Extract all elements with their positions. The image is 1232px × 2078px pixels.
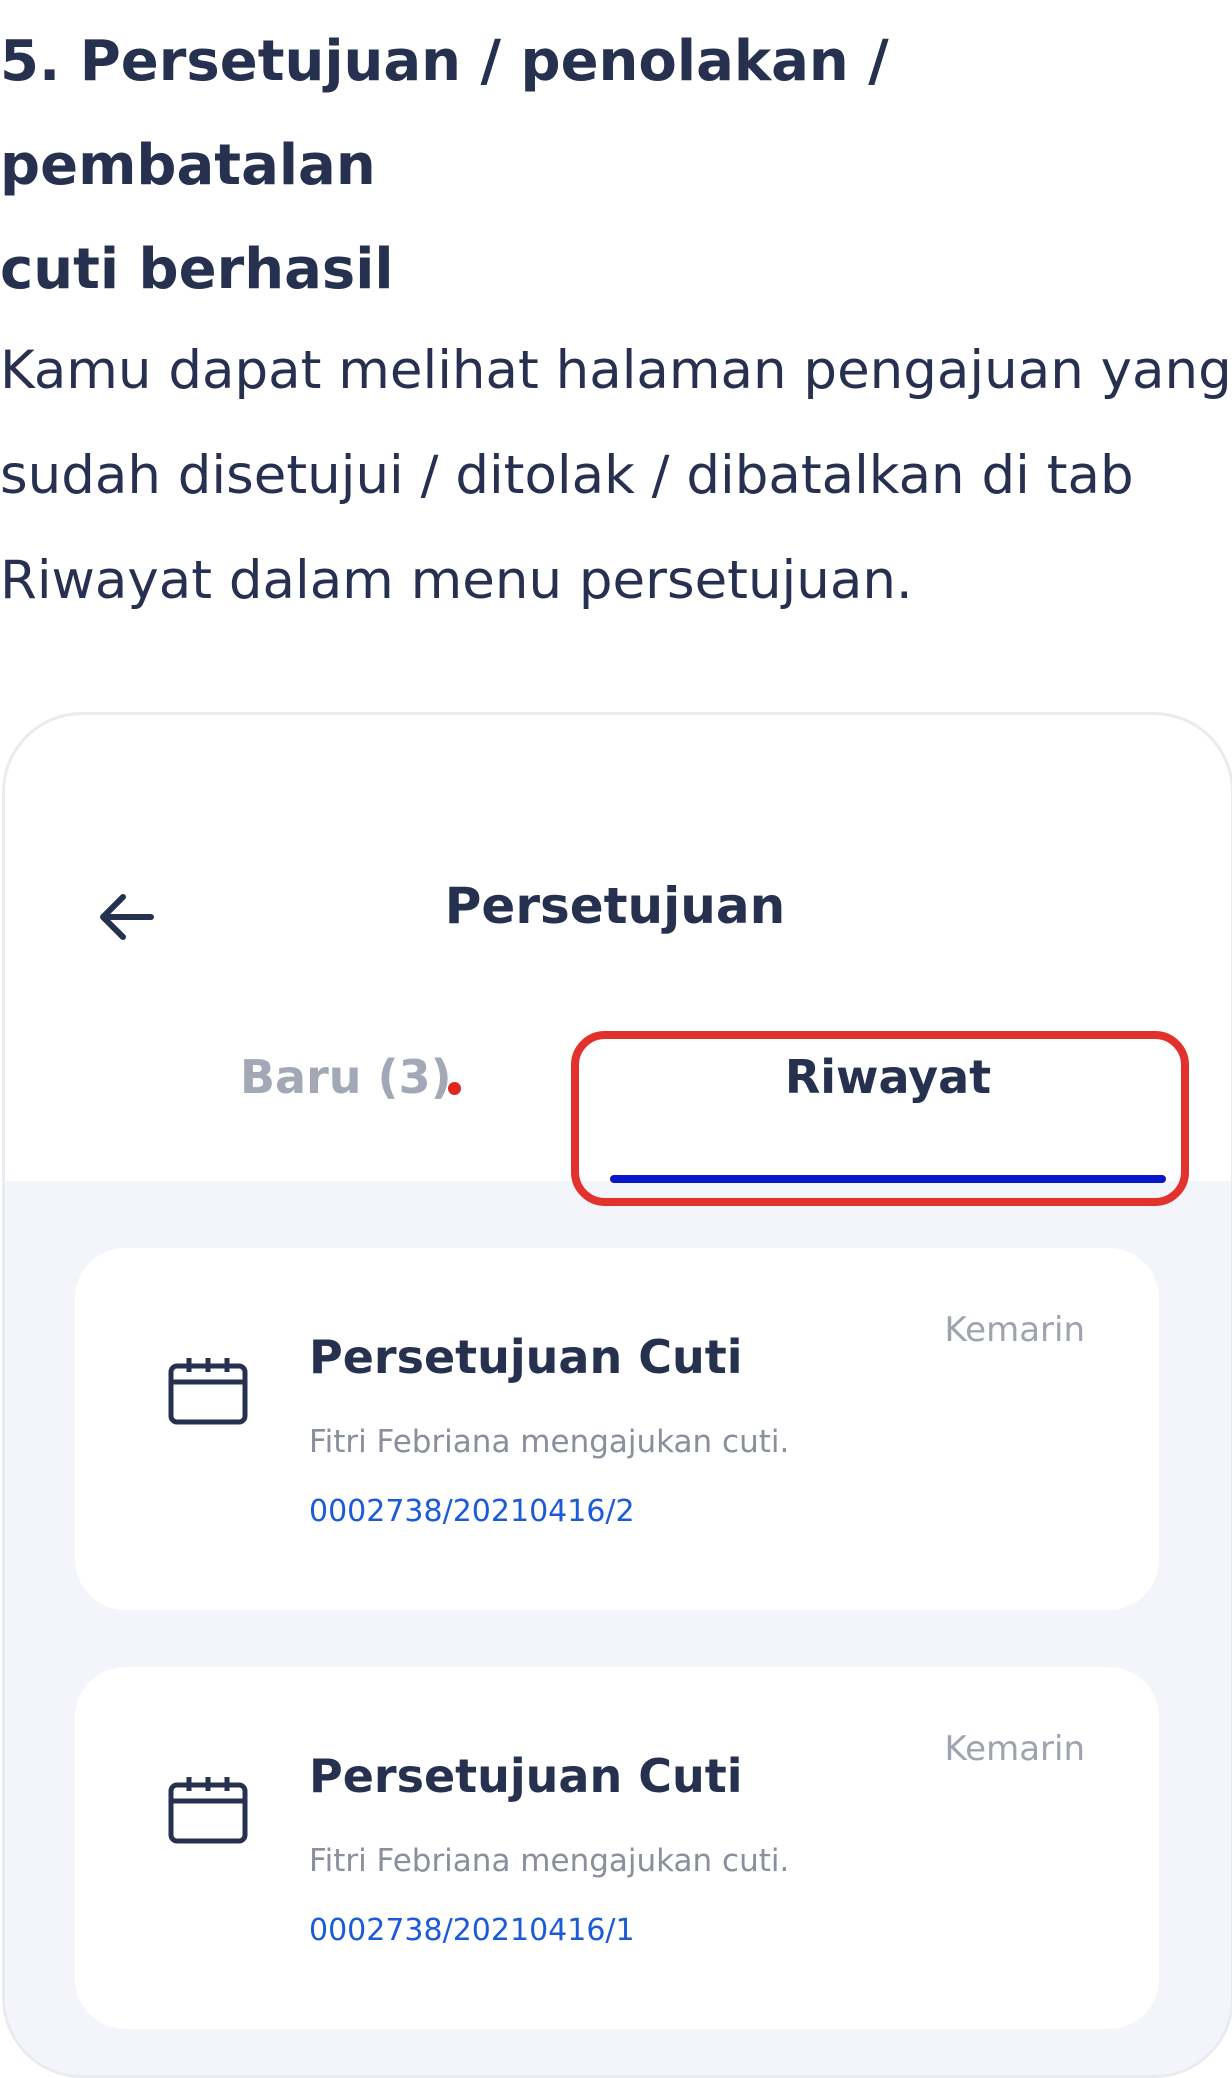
page-title: Persetujuan bbox=[444, 877, 786, 935]
article-intro-line-2: sudah disetujui / ditolak / dibatalkan d… bbox=[0, 445, 1134, 506]
phone-screenshot: Persetujuan Baru (3) Riwayat Persetujuan… bbox=[2, 712, 1232, 2078]
card-timestamp: Kemarin bbox=[944, 1729, 1085, 1769]
card-reference-number: 0002738/20210416/2 bbox=[309, 1494, 635, 1529]
article-intro-line-1: Kamu dapat melihat halaman pengajuan yan… bbox=[0, 340, 1232, 401]
card-title: Persetujuan Cuti bbox=[309, 1330, 743, 1384]
card-reference-number: 0002738/20210416/1 bbox=[309, 1913, 635, 1948]
calendar-icon bbox=[168, 1358, 248, 1425]
card-description: Fitri Febriana mengajukan cuti. bbox=[309, 1424, 790, 1460]
arrow-left-icon[interactable] bbox=[93, 885, 157, 949]
calendar-icon bbox=[168, 1777, 248, 1844]
approval-card[interactable]: Persetujuan Cuti Kemarin Fitri Febriana … bbox=[75, 1248, 1159, 1610]
article-intro-line-3: Riwayat dalam menu persetujuan. bbox=[0, 550, 913, 611]
card-title: Persetujuan Cuti bbox=[309, 1749, 743, 1803]
notification-dot bbox=[448, 1082, 461, 1095]
highlight-box bbox=[571, 1031, 1189, 1206]
article-heading-line-1: 5. Persetujuan / penolakan / pembatalan bbox=[0, 29, 889, 198]
article-heading: 5. Persetujuan / penolakan / pembatalan … bbox=[0, 10, 1232, 322]
card-timestamp: Kemarin bbox=[944, 1310, 1085, 1350]
article-intro: Kamu dapat melihat halaman pengajuan yan… bbox=[0, 318, 1232, 633]
approval-card[interactable]: Persetujuan Cuti Kemarin Fitri Febriana … bbox=[75, 1667, 1159, 2029]
article-heading-line-2: cuti berhasil bbox=[0, 237, 394, 302]
card-description: Fitri Febriana mengajukan cuti. bbox=[309, 1843, 790, 1879]
tab-new[interactable]: Baru (3) bbox=[240, 1050, 452, 1104]
